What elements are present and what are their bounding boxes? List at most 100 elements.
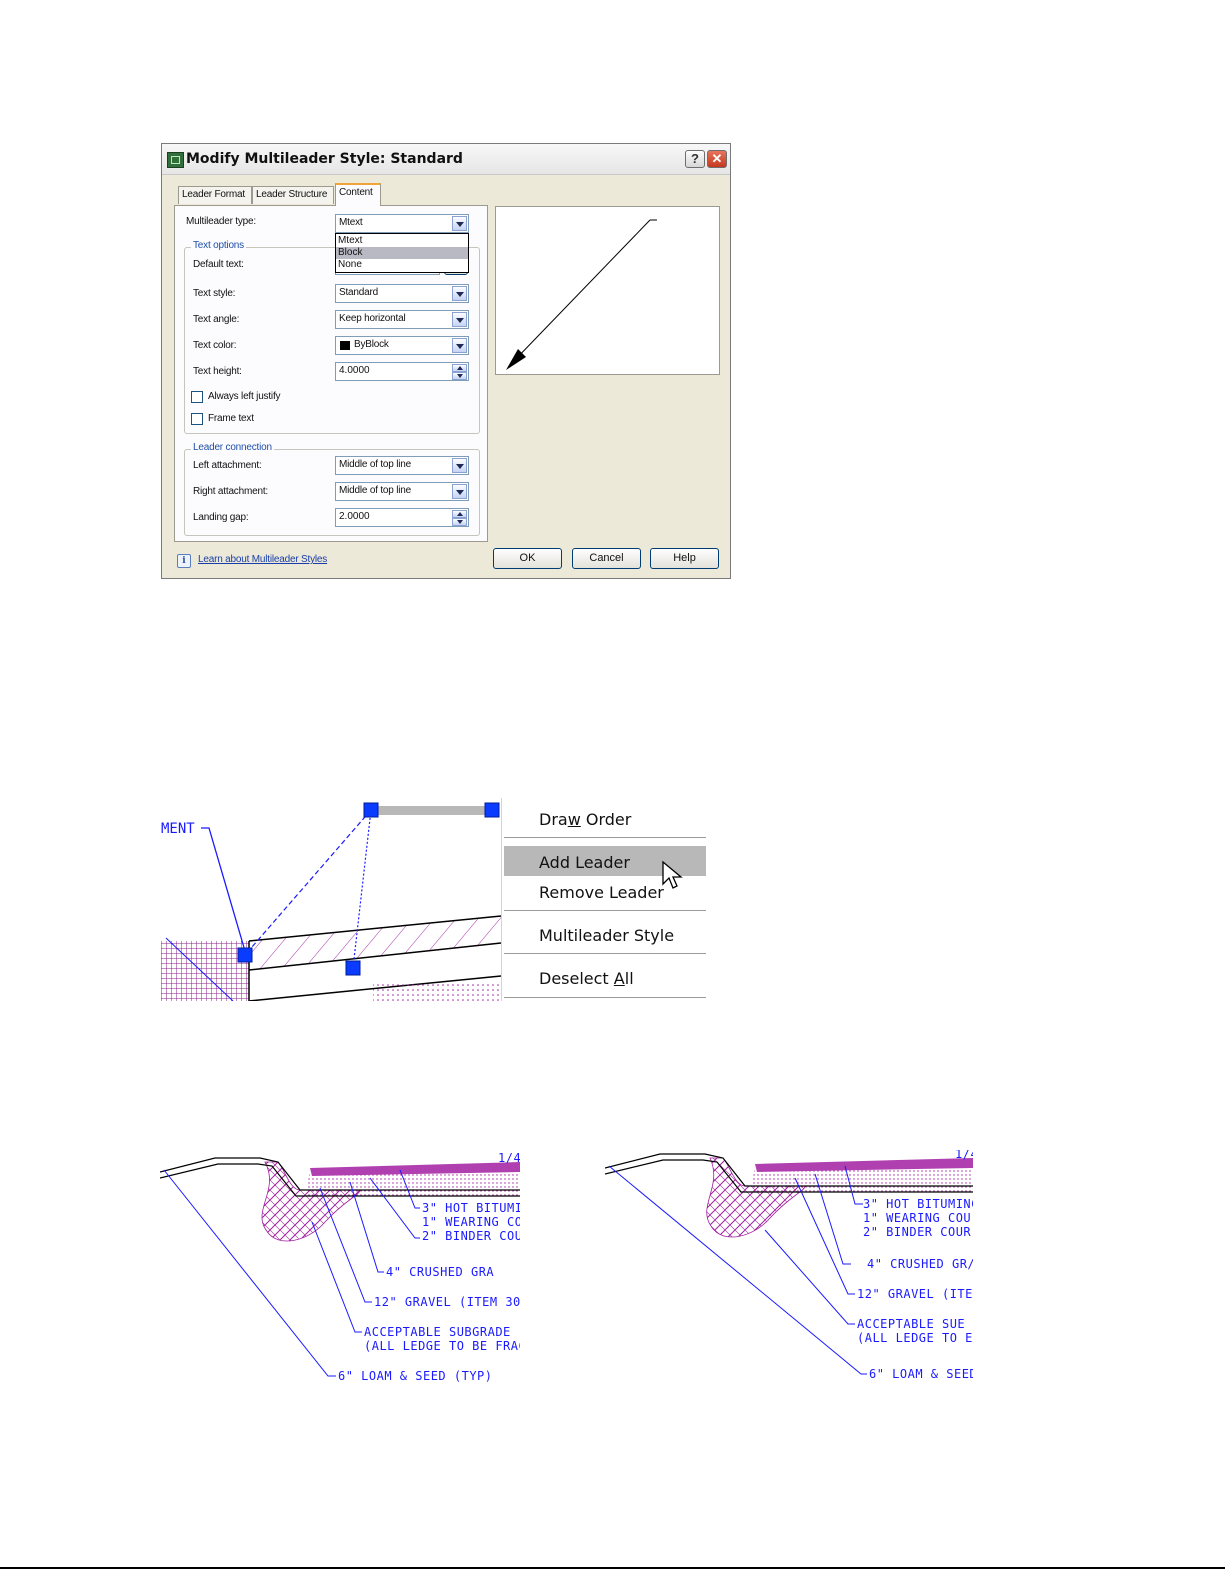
multileader-type-value: Mtext bbox=[339, 217, 363, 228]
frame-text-label[interactable]: Frame text bbox=[208, 413, 254, 424]
spin-up-icon[interactable] bbox=[452, 510, 467, 518]
app-icon bbox=[167, 152, 184, 168]
label-hot-bituminous: 3" HOT BITUMINO bbox=[422, 1201, 520, 1215]
menu-separator bbox=[504, 837, 706, 838]
frame-text-checkbox[interactable] bbox=[191, 413, 203, 425]
text-color-select[interactable]: ByBlock bbox=[335, 336, 469, 355]
landing-gap-value: 2.0000 bbox=[339, 511, 370, 522]
right-attachment-value: Middle of top line bbox=[339, 485, 412, 496]
dialog-titlebar[interactable]: Modify Multileader Style: Standard ? ✕ bbox=[162, 144, 730, 175]
info-icon: i bbox=[177, 554, 191, 568]
menu-item-draw-order[interactable]: Draw Order bbox=[539, 810, 631, 829]
right-attachment-label: Right attachment: bbox=[193, 486, 268, 497]
left-attachment-value: Middle of top line bbox=[339, 459, 412, 470]
grip-handle[interactable] bbox=[363, 802, 379, 818]
label-wearing-course: 1" WEARING COU bbox=[863, 1211, 971, 1225]
text-options-title: Text options bbox=[191, 240, 246, 251]
landing-gap-label: Landing gap: bbox=[193, 512, 249, 523]
leader-preview bbox=[495, 206, 720, 375]
corner-text: 1/4 bbox=[955, 1150, 973, 1161]
tab-leader-structure[interactable]: Leader Structure bbox=[252, 186, 334, 204]
menu-item-multileader-style[interactable]: Multileader Style bbox=[539, 926, 674, 945]
pavement-section-right: 1/4 3" HOT BITUMINC 1" WEARING COU 2" BI… bbox=[605, 1150, 973, 1381]
spin-down-icon[interactable] bbox=[452, 372, 467, 380]
text-color-value: ByBlock bbox=[354, 339, 389, 350]
pavement-section-left: 1/4 3" HOT BITUMINO 1" WEARING COU 2" BI… bbox=[160, 1151, 520, 1383]
multileader-type-dropdown: Mtext Block None bbox=[335, 233, 469, 273]
default-text-label: Default text: bbox=[193, 259, 244, 270]
label-all-ledge: (ALL LEDGE TO E bbox=[857, 1331, 973, 1345]
context-menu-figure: MENT Draw Order Add Leader Remove Leader… bbox=[161, 798, 706, 1001]
label-gravel-item: 12" GRAVEL (ITE bbox=[857, 1287, 973, 1301]
pavement-drawing-left: 1/4 3" HOT BITUMINO 1" WEARING COU 2" BI… bbox=[160, 1150, 520, 1390]
menu-separator bbox=[504, 997, 706, 998]
multileader-type-label: Multileader type: bbox=[186, 216, 256, 227]
page-bottom-rule bbox=[0, 1567, 1225, 1569]
leader-connection-title: Leader connection bbox=[191, 442, 274, 453]
chevron-down-icon[interactable] bbox=[452, 458, 467, 473]
text-height-value: 4.0000 bbox=[339, 365, 370, 376]
label-crushed-gravel: 4" CRUSHED GR/ bbox=[867, 1257, 973, 1271]
landing-gap-spinner[interactable]: 2.0000 bbox=[335, 508, 469, 527]
always-left-justify-checkbox[interactable] bbox=[191, 391, 203, 403]
label-binder-course: 2" BINDER COUR bbox=[422, 1229, 520, 1243]
right-attachment-select[interactable]: Middle of top line bbox=[335, 482, 469, 501]
learn-multileader-styles-link[interactable]: Learn about Multileader Styles bbox=[198, 554, 327, 565]
text-style-value: Standard bbox=[339, 287, 378, 298]
grid-hatch bbox=[161, 941, 249, 1001]
label-crushed-gravel: 4" CRUSHED GRA bbox=[386, 1265, 494, 1279]
label-acceptable-subgrade: ACCEPTABLE SUE bbox=[857, 1317, 965, 1331]
left-attachment-select[interactable]: Middle of top line bbox=[335, 456, 469, 475]
mouse-cursor-icon bbox=[662, 860, 683, 889]
dialog-title: Modify Multileader Style: Standard bbox=[186, 151, 463, 167]
chevron-down-icon[interactable] bbox=[452, 338, 467, 353]
text-height-spinner[interactable]: 4.0000 bbox=[335, 362, 469, 381]
text-height-label: Text height: bbox=[193, 366, 242, 377]
dropdown-option-mtext[interactable]: Mtext bbox=[336, 235, 468, 247]
menu-item-deselect-all[interactable]: Deselect All bbox=[539, 969, 634, 988]
dropdown-option-none[interactable]: None bbox=[336, 259, 468, 271]
chevron-down-icon[interactable] bbox=[452, 484, 467, 499]
close-button[interactable]: ✕ bbox=[707, 150, 727, 168]
chevron-down-icon[interactable] bbox=[452, 216, 467, 231]
label-acceptable-subgrade: ACCEPTABLE SUBGRADE bbox=[364, 1325, 511, 1339]
label-loam-seed: 6" LOAM & SEED bbox=[869, 1367, 973, 1381]
text-style-select[interactable]: Standard bbox=[335, 284, 469, 303]
left-attachment-label: Left attachment: bbox=[193, 460, 262, 471]
menu-separator bbox=[504, 910, 706, 911]
text-style-label: Text style: bbox=[193, 288, 236, 299]
label-hot-bituminous: 3" HOT BITUMINC bbox=[863, 1197, 973, 1211]
menu-item-add-leader[interactable]: Add Leader bbox=[539, 853, 630, 872]
multileader-style-dialog: Modify Multileader Style: Standard ? ✕ L… bbox=[161, 143, 731, 579]
preview-leader-drawing bbox=[506, 219, 657, 370]
text-angle-value: Keep horizontal bbox=[339, 313, 406, 324]
grip-handle[interactable] bbox=[484, 802, 500, 818]
grip-handle[interactable] bbox=[345, 960, 361, 976]
always-left-justify-label[interactable]: Always left justify bbox=[208, 391, 281, 402]
label-binder-course: 2" BINDER COUR bbox=[863, 1225, 971, 1239]
spin-down-icon[interactable] bbox=[452, 518, 467, 526]
corner-text: 1/4 bbox=[498, 1151, 520, 1165]
dropdown-option-block[interactable]: Block bbox=[336, 247, 468, 259]
cancel-button[interactable]: Cancel bbox=[572, 548, 641, 569]
tab-leader-format[interactable]: Leader Format bbox=[178, 186, 252, 204]
label-gravel-item: 12" GRAVEL (ITEM 304 bbox=[374, 1295, 520, 1309]
tab-content[interactable]: Content bbox=[335, 183, 381, 206]
menu-item-remove-leader[interactable]: Remove Leader bbox=[539, 883, 664, 902]
text-angle-label: Text angle: bbox=[193, 314, 240, 325]
help-title-button[interactable]: ? bbox=[685, 150, 705, 168]
text-color-label: Text color: bbox=[193, 340, 237, 351]
spin-up-icon[interactable] bbox=[452, 364, 467, 372]
drawing-label-ment: MENT bbox=[161, 821, 195, 837]
multileader-type-select[interactable]: Mtext bbox=[335, 214, 469, 233]
pavement-drawing-right: 1/4 3" HOT BITUMINC 1" WEARING COU 2" BI… bbox=[605, 1150, 973, 1390]
help-button[interactable]: Help bbox=[650, 548, 719, 569]
grip-handle[interactable] bbox=[237, 947, 253, 963]
color-swatch bbox=[340, 341, 350, 350]
chevron-down-icon[interactable] bbox=[452, 312, 467, 327]
ok-button[interactable]: OK bbox=[493, 548, 562, 569]
label-loam-seed: 6" LOAM & SEED (TYP) bbox=[338, 1369, 493, 1383]
chevron-down-icon[interactable] bbox=[452, 286, 467, 301]
dot-hatch bbox=[373, 983, 501, 1001]
text-angle-select[interactable]: Keep horizontal bbox=[335, 310, 469, 329]
